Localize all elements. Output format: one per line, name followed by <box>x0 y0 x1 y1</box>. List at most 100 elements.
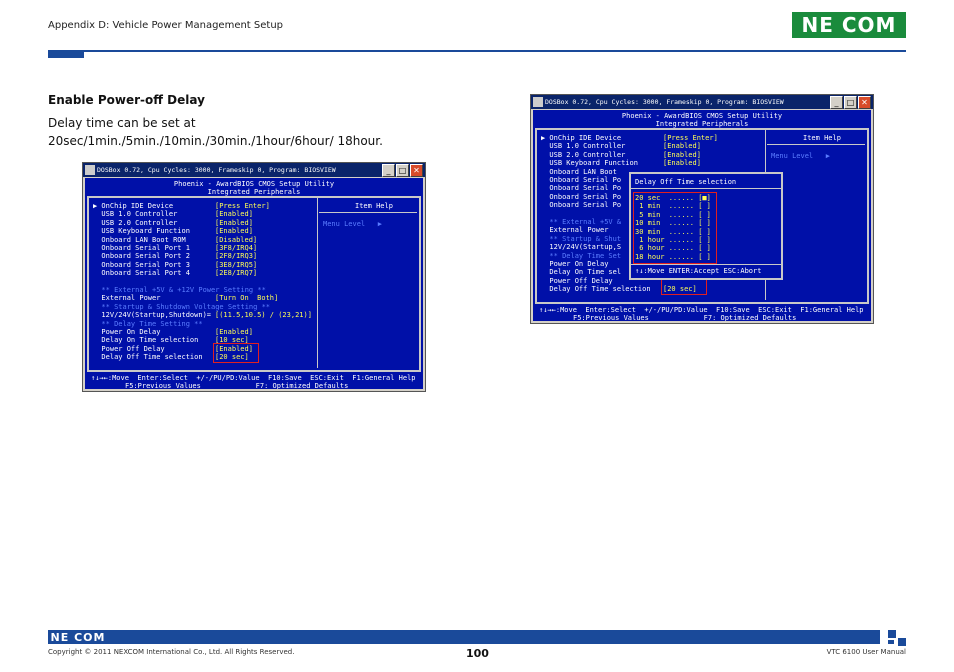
key-help-line-2: F5:Previous Values F7: Optimized Default… <box>125 382 349 389</box>
help-header-divider <box>319 212 417 213</box>
setup-item-label: USB 2.0 Controller <box>541 150 626 159</box>
setup-item-label: USB 1.0 Controller <box>93 210 178 219</box>
setup-item-label: Delay On Time sel <box>541 268 622 277</box>
setup-item-label: Delay Off Time selection <box>541 285 651 294</box>
setup-item-label: USB 1.0 Controller <box>541 142 626 151</box>
bios-screen: Phoenix - AwardBIOS CMOS Setup Utility In… <box>85 178 423 389</box>
header-rule-block <box>48 50 84 58</box>
bios-title: Phoenix - AwardBIOS CMOS Setup Utility <box>173 180 335 188</box>
setup-item-label: Onboard LAN Boot <box>541 167 617 176</box>
popup-options-highlight <box>633 192 717 264</box>
dosbox-window-right: DOSBox 0.72, Cpu Cycles: 3000, Frameskip… <box>530 94 874 324</box>
setup-item-label: ** Startup & Shutdown Voltage Setting ** <box>93 302 271 311</box>
setup-item-label: ** External +5V & <box>541 218 622 226</box>
selected-value-highlight <box>213 343 259 364</box>
setup-item-label: ▶ OnChip IDE Device <box>541 134 622 142</box>
setup-item-value: [Enabled] <box>215 210 253 219</box>
minimize-button[interactable]: _ <box>382 164 395 177</box>
setup-item-label: Delay Off Time selection <box>93 353 203 362</box>
setup-item-value: [Press Enter] <box>215 202 270 210</box>
footer-divider <box>87 370 421 371</box>
setup-item-value: [Turn On Both] <box>215 294 279 303</box>
setup-item-label: 12V/24V(Startup,S <box>541 243 622 252</box>
setup-item-label: ** Delay Time Setting ** <box>93 319 203 328</box>
footer-square <box>888 640 894 644</box>
maximize-button[interactable]: □ <box>396 164 409 177</box>
setup-item-label: USB Keyboard Function <box>93 227 190 236</box>
footer-bar <box>48 630 880 644</box>
manual-title: VTC 6100 User Manual <box>826 648 906 656</box>
setup-item-value: [Disabled] <box>215 235 258 244</box>
maximize-button[interactable]: □ <box>844 96 857 109</box>
footer-square <box>888 630 896 638</box>
window-title: DOSBox 0.72, Cpu Cycles: 3000, Frameskip… <box>97 166 336 174</box>
body-text: Delay time can be set at 20sec/1min./5mi… <box>48 116 383 148</box>
setup-item-label: ▶ OnChip IDE Device <box>93 202 174 210</box>
bios-title: Phoenix - AwardBIOS CMOS Setup Utility <box>621 112 783 120</box>
dosbox-icon <box>85 165 95 175</box>
setup-item-value: [Enabled] <box>663 159 701 168</box>
menu-level-label: Menu Level ▶ <box>771 152 831 160</box>
setup-item-label: Power On Delay <box>541 260 609 268</box>
bios-subtitle: Integrated Peripherals <box>655 120 749 128</box>
setup-item-value: [Enabled] <box>215 328 253 336</box>
nexcom-footer-logo: NE COM <box>48 630 108 644</box>
setup-item-label: Power Off Delay <box>541 276 613 285</box>
setup-item-label: Onboard Serial Po <box>541 201 622 210</box>
setup-item-label: External Power <box>541 226 609 235</box>
setup-item-label: Onboard Serial Port 1 <box>93 244 190 252</box>
setup-item-label: Onboard Serial Po <box>541 192 622 201</box>
setup-item-value: [Enabled] <box>215 227 253 236</box>
popup-footer: ↑↓:Move ENTER:Accept ESC:Abort <box>635 267 762 275</box>
help-header-divider <box>767 144 865 145</box>
setup-item-value: [Enabled] <box>663 150 701 159</box>
setup-item-label: External Power <box>93 294 161 303</box>
popup-title-divider <box>631 188 781 189</box>
bios-subtitle: Integrated Peripherals <box>207 188 301 196</box>
setup-item-label: Power On Delay <box>93 328 161 336</box>
setup-item-value: [Enabled] <box>663 142 701 151</box>
section-title: Enable Power-off Delay <box>48 93 205 107</box>
setup-item-label: Onboard LAN Boot ROM <box>93 235 186 244</box>
setup-item-label: 12V/24V(Startup,Shutdown)= <box>93 311 212 320</box>
setup-item-label: USB Keyboard Function <box>541 159 638 168</box>
setup-item-label: Onboard Serial Port 3 <box>93 260 190 269</box>
setup-item-value: [2F8/IRQ3] <box>215 252 258 261</box>
popup-footer-divider <box>631 264 781 265</box>
nexcom-logo: NE COM <box>792 12 906 38</box>
header-rule <box>48 50 906 52</box>
setup-item-value: [Enabled] <box>215 218 253 227</box>
item-help-label: Item Help <box>355 202 393 210</box>
item-help-label: Item Help <box>803 134 841 142</box>
setup-item-label: Onboard Serial Port 2 <box>93 252 190 261</box>
close-button[interactable]: ✕ <box>858 96 871 109</box>
setup-item-value: [2E8/IRQ7] <box>215 269 258 278</box>
setup-item-value: [(11.5,10.5) / (23,21)] <box>215 311 312 320</box>
popup-title: Delay Off Time selection <box>635 178 737 186</box>
delay-off-popup: Delay Off Time selection 20 sec ...... [■… <box>629 172 783 280</box>
setup-item-label: ** External +5V & +12V Power Setting ** <box>93 286 266 294</box>
copyright: Copyright © 2011 NEXCOM International Co… <box>48 648 295 656</box>
window-titlebar: DOSBox 0.72, Cpu Cycles: 3000, Frameskip… <box>531 95 873 109</box>
dosbox-window-left: DOSBox 0.72, Cpu Cycles: 3000, Frameskip… <box>82 162 426 392</box>
key-help-line-2: F5:Previous Values F7: Optimized Default… <box>573 314 797 321</box>
setup-item-value: [Press Enter] <box>663 134 718 142</box>
window-titlebar: DOSBox 0.72, Cpu Cycles: 3000, Frameskip… <box>83 163 425 177</box>
setup-item-label: ** Delay Time Set <box>541 251 622 260</box>
logo-text: NE COM <box>801 13 897 37</box>
minimize-button[interactable]: _ <box>830 96 843 109</box>
key-help-line-1: ↑↓→←:Move Enter:Select +/-/PU/PD:Value F… <box>539 306 864 314</box>
footer-square <box>898 638 906 646</box>
setup-item-label: USB 2.0 Controller <box>93 218 178 227</box>
setup-item-label: ** Startup & Shut <box>541 234 622 243</box>
footer-divider <box>535 302 869 303</box>
close-button[interactable]: ✕ <box>410 164 423 177</box>
footer-logo-text: NE COM <box>50 630 106 644</box>
setup-item-value: [3F8/IRQ4] <box>215 244 258 252</box>
setup-item-label: Onboard Serial Port 4 <box>93 269 190 278</box>
setup-item-label: Delay On Time selection <box>93 336 199 345</box>
dosbox-icon <box>533 97 543 107</box>
help-divider <box>317 198 318 368</box>
window-title: DOSBox 0.72, Cpu Cycles: 3000, Frameskip… <box>545 98 784 106</box>
key-help-line-1: ↑↓→←:Move Enter:Select +/-/PU/PD:Value F… <box>91 374 416 382</box>
